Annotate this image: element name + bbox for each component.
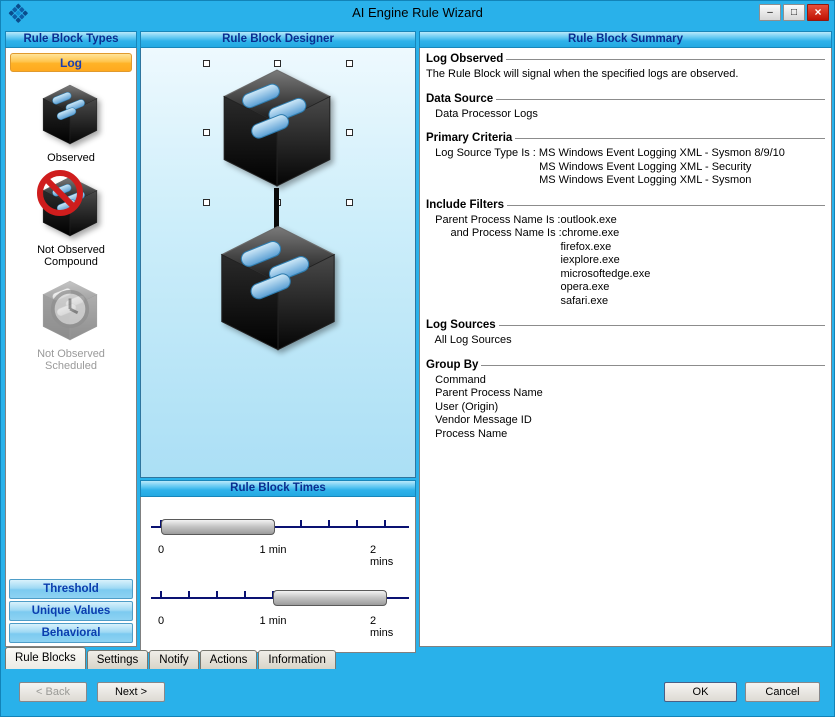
- slider-tick-label: 0: [158, 544, 164, 556]
- summary-line: User (Origin): [426, 401, 825, 415]
- selection-handle[interactable]: [203, 129, 210, 136]
- rule-type-not-observed-scheduled[interactable]: Not Observed Scheduled: [21, 278, 121, 373]
- rule-type-label: Not Observed Compound: [21, 244, 121, 269]
- selection-handle[interactable]: [203, 199, 210, 206]
- summary-line: Log Source Type Is : MS Windows Event Lo…: [426, 147, 825, 161]
- rule-block-times-body: 0 1 min 2 mins 0 1 min 2 mins: [140, 497, 416, 653]
- rule-block-designer-panel: Rule Block Designer Rule Block Times: [140, 31, 416, 647]
- section-title: Group By: [426, 359, 478, 372]
- summary-section-group-by: Group By Command Parent Process Name Use…: [426, 359, 825, 442]
- selection-handle[interactable]: [346, 199, 353, 206]
- rule-block-types-header: Rule Block Types: [5, 31, 137, 48]
- titlebar[interactable]: AI Engine Rule Wizard – □ ×: [1, 1, 834, 24]
- rule-type-observed[interactable]: Observed: [21, 82, 121, 165]
- time-slider-handle[interactable]: [273, 590, 387, 606]
- section-title: Include Filters: [426, 199, 504, 212]
- selection-handle[interactable]: [203, 60, 210, 67]
- rule-block-time-slider-2[interactable]: 0 1 min 2 mins: [141, 581, 415, 643]
- summary-line: firefox.exe: [426, 241, 825, 255]
- wizard-tab-strip: Rule Blocks Settings Notify Actions Info…: [5, 647, 337, 669]
- rule-block-summary-panel: Rule Block Summary Log Observed The Rule…: [419, 31, 832, 647]
- summary-line: and Process Name Is :chrome.exe: [426, 227, 825, 241]
- rule-type-not-observed-compound[interactable]: Not Observed Compound: [21, 174, 121, 269]
- tab-notify[interactable]: Notify: [149, 650, 198, 669]
- summary-line: MS Windows Event Logging XML - Security: [426, 161, 825, 175]
- section-title: Log Observed: [426, 53, 503, 66]
- slider-tick-label: 2 mins: [370, 544, 400, 568]
- window-title: AI Engine Rule Wizard: [1, 5, 834, 20]
- clock-icon: [47, 286, 93, 332]
- summary-line: Parent Process Name Is :outlook.exe: [426, 214, 825, 228]
- close-icon[interactable]: ×: [807, 4, 829, 21]
- summary-line: Process Name: [426, 428, 825, 442]
- summary-line: MS Windows Event Logging XML - Sysmon: [426, 174, 825, 188]
- rule-block-types-panel: Rule Block Types Log Observed Not Observ…: [5, 31, 137, 647]
- rule-block-time-slider-1[interactable]: 0 1 min 2 mins: [141, 510, 415, 572]
- tab-settings[interactable]: Settings: [87, 650, 149, 669]
- summary-line: All Log Sources: [426, 334, 825, 348]
- section-title: Primary Criteria: [426, 132, 512, 145]
- summary-line: microsoftedge.exe: [426, 268, 825, 282]
- behavioral-category-button[interactable]: Behavioral: [9, 623, 133, 643]
- rule-type-label: Not Observed Scheduled: [21, 348, 121, 373]
- summary-section-include-filters: Include Filters Parent Process Name Is :…: [426, 199, 825, 309]
- rule-type-label: Observed: [21, 152, 121, 165]
- slider-tick-label: 1 min: [260, 615, 287, 627]
- summary-line: safari.exe: [426, 295, 825, 309]
- tab-information[interactable]: Information: [258, 650, 336, 669]
- next-button[interactable]: Next >: [97, 682, 165, 702]
- summary-line: Parent Process Name: [426, 387, 825, 401]
- back-button[interactable]: < Back: [19, 682, 87, 702]
- tab-actions[interactable]: Actions: [200, 650, 258, 669]
- rule-block-summary-header: Rule Block Summary: [419, 31, 832, 48]
- summary-line: Data Processor Logs: [426, 108, 825, 122]
- prohibition-icon: [35, 168, 91, 224]
- minimize-icon[interactable]: –: [759, 4, 781, 21]
- summary-line: Command: [426, 374, 825, 388]
- summary-body: Log Observed The Rule Block will signal …: [419, 48, 832, 647]
- unique-values-category-button[interactable]: Unique Values: [9, 601, 133, 621]
- slider-tick-label: 0: [158, 615, 164, 627]
- selection-handle[interactable]: [346, 129, 353, 136]
- summary-section-log-observed: Log Observed The Rule Block will signal …: [426, 53, 825, 82]
- summary-line: iexplore.exe: [426, 254, 825, 268]
- summary-line: Vendor Message ID: [426, 414, 825, 428]
- rule-block-1-cube-icon[interactable]: [216, 64, 338, 190]
- section-title: Log Sources: [426, 319, 496, 332]
- cancel-button[interactable]: Cancel: [745, 682, 820, 702]
- slider-tick-label: 2 mins: [370, 615, 400, 639]
- summary-section-data-source: Data Source Data Processor Logs: [426, 93, 825, 122]
- designer-canvas[interactable]: [140, 48, 416, 478]
- summary-section-primary-criteria: Primary Criteria Log Source Type Is : MS…: [426, 132, 825, 188]
- section-title: Data Source: [426, 93, 493, 106]
- slider-tick-label: 1 min: [260, 544, 287, 556]
- threshold-category-button[interactable]: Threshold: [9, 579, 133, 599]
- summary-section-log-sources: Log Sources All Log Sources: [426, 319, 825, 348]
- observed-cube-icon: [39, 82, 101, 146]
- maximize-icon[interactable]: □: [783, 4, 805, 21]
- tab-rule-blocks[interactable]: Rule Blocks: [5, 647, 86, 669]
- log-category-button[interactable]: Log: [10, 53, 132, 72]
- rule-block-designer-header: Rule Block Designer: [140, 31, 416, 48]
- ai-engine-rule-wizard-window: AI Engine Rule Wizard – □ × Rule Block T…: [0, 0, 835, 717]
- summary-line: opera.exe: [426, 281, 825, 295]
- summary-line: The Rule Block will signal when the spec…: [426, 68, 825, 82]
- rule-block-times-header: Rule Block Times: [140, 480, 416, 497]
- ok-button[interactable]: OK: [664, 682, 737, 702]
- selection-handle[interactable]: [346, 60, 353, 67]
- time-slider-handle[interactable]: [161, 519, 275, 535]
- rule-block-2-cube-icon[interactable]: [213, 220, 343, 354]
